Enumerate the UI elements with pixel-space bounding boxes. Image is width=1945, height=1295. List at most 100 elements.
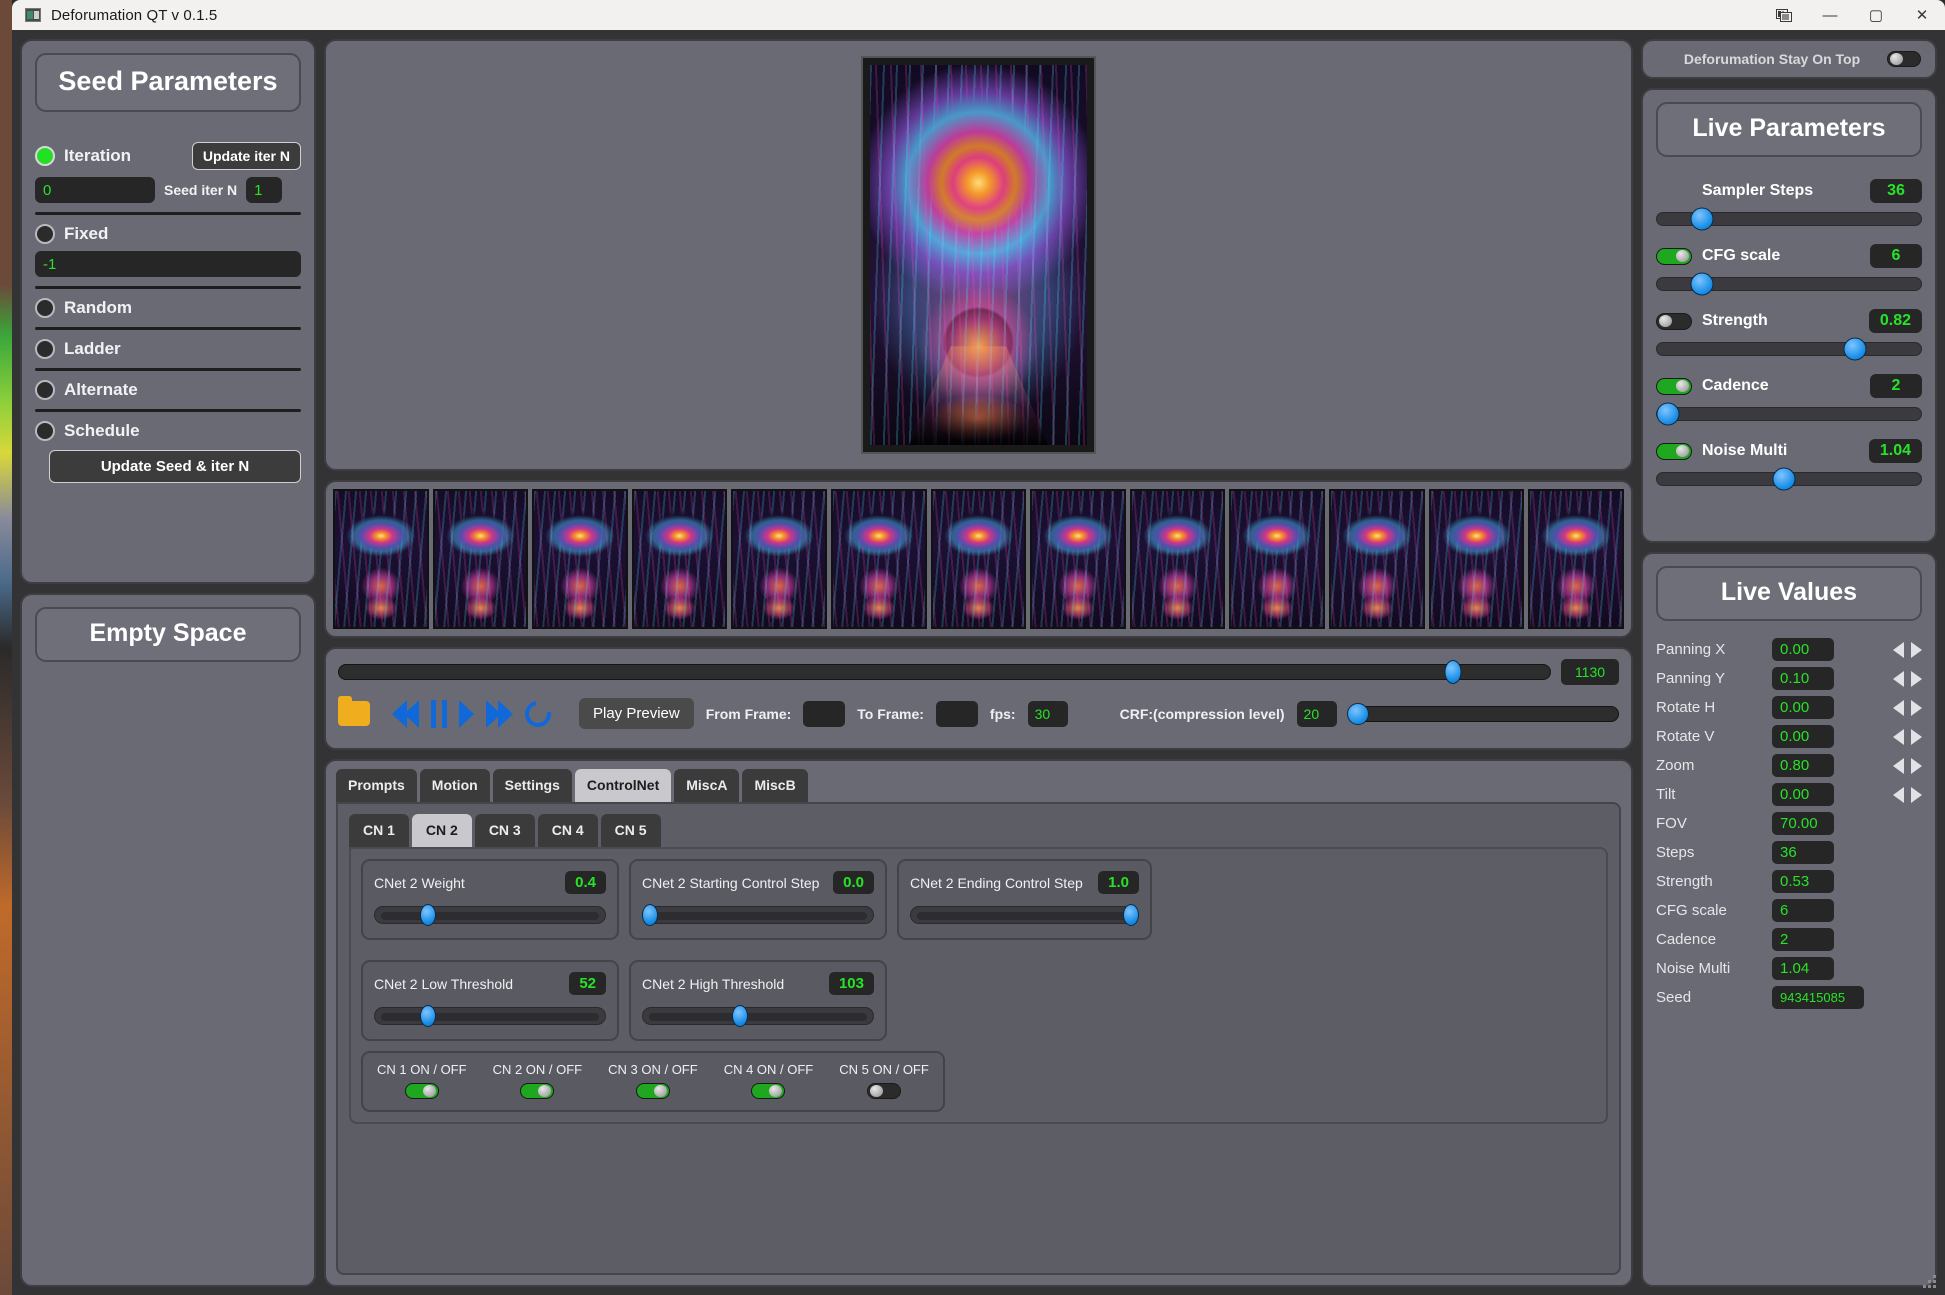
seed-mode-alternate[interactable]: Alternate: [35, 380, 301, 400]
tab-prompts[interactable]: Prompts: [336, 769, 417, 802]
subtab-cn-2[interactable]: CN 2: [411, 814, 472, 847]
close-icon[interactable]: ✕: [1899, 0, 1945, 30]
tab-settings[interactable]: Settings: [492, 769, 572, 802]
live-parameter-toggle[interactable]: [1656, 247, 1692, 265]
live-parameter-toggle[interactable]: [1656, 312, 1692, 330]
maximize-icon[interactable]: ▢: [1853, 0, 1899, 30]
filmstrip-thumbnail[interactable]: [831, 489, 927, 629]
decrement-arrow-icon[interactable]: [1893, 728, 1904, 745]
controlnet-toggle-switch[interactable]: [404, 1083, 439, 1099]
live-parameter-toggle[interactable]: [1656, 377, 1692, 395]
live-parameter-slider[interactable]: [1656, 467, 1922, 491]
radio-schedule-icon[interactable]: [35, 421, 55, 441]
controlnet-slider-knob[interactable]: [641, 904, 658, 926]
frame-scrub-knob[interactable]: [1444, 660, 1462, 684]
skip-forward-icon[interactable]: [486, 699, 513, 728]
decrement-arrow-icon[interactable]: [1893, 670, 1904, 687]
decrement-arrow-icon[interactable]: [1893, 757, 1904, 774]
minimize-icon[interactable]: —: [1807, 0, 1853, 30]
controlnet-toggle-switch[interactable]: [867, 1083, 902, 1099]
controlnet-slider-track[interactable]: [910, 904, 1140, 926]
from-frame-input[interactable]: [803, 700, 846, 727]
skip-back-icon[interactable]: [392, 699, 419, 728]
controlnet-toggle-switch[interactable]: [520, 1083, 555, 1099]
filmstrip-thumbnail[interactable]: [930, 489, 1027, 629]
live-parameter-toggle[interactable]: [1656, 442, 1692, 460]
controlnet-slider-track[interactable]: [641, 904, 874, 926]
tab-miscb[interactable]: MiscB: [742, 769, 808, 802]
seed-mode-iteration[interactable]: Iteration Update iter N: [35, 142, 301, 170]
seed-mode-schedule[interactable]: Schedule: [35, 421, 301, 441]
filmstrip-thumbnail[interactable]: [532, 489, 628, 629]
live-parameter-slider-knob[interactable]: [1690, 272, 1714, 296]
controlnet-slider-track[interactable]: [374, 904, 606, 926]
increment-arrow-icon[interactable]: [1911, 699, 1922, 716]
pause-icon[interactable]: [431, 699, 447, 728]
update-iter-n-button[interactable]: Update iter N: [191, 142, 301, 170]
increment-arrow-icon[interactable]: [1911, 641, 1922, 658]
loop-icon[interactable]: [519, 695, 557, 732]
tab-motion[interactable]: Motion: [419, 769, 490, 802]
fps-input[interactable]: 30: [1027, 700, 1068, 727]
subtab-cn-1[interactable]: CN 1: [349, 814, 409, 847]
layout-snap-icon[interactable]: [1761, 0, 1807, 30]
increment-arrow-icon[interactable]: [1911, 670, 1922, 687]
controlnet-slider-knob[interactable]: [419, 1005, 436, 1027]
controlnet-slider-track[interactable]: [642, 1005, 874, 1027]
seed-mode-fixed[interactable]: Fixed: [35, 224, 301, 244]
subtab-cn-4[interactable]: CN 4: [537, 814, 598, 847]
controlnet-toggle-switch[interactable]: [635, 1083, 670, 1099]
filmstrip-thumbnail[interactable]: [1129, 489, 1226, 629]
stay-on-top-toggle[interactable]: [1887, 51, 1921, 67]
play-icon[interactable]: [459, 699, 474, 728]
subtab-cn-5[interactable]: CN 5: [600, 814, 661, 847]
resize-grip[interactable]: [1923, 1275, 1937, 1289]
fixed-seed-input[interactable]: -1: [35, 251, 301, 277]
filmstrip-thumbnail[interactable]: [731, 489, 828, 629]
radio-alternate-icon[interactable]: [35, 380, 55, 400]
filmstrip-thumbnail[interactable]: [1329, 489, 1425, 629]
radio-ladder-icon[interactable]: [35, 339, 55, 359]
seed-mode-ladder[interactable]: Ladder: [35, 339, 301, 359]
filmstrip-thumbnail[interactable]: [631, 489, 728, 629]
controlnet-slider-knob[interactable]: [1123, 904, 1140, 926]
radio-random-icon[interactable]: [35, 298, 55, 318]
decrement-arrow-icon[interactable]: [1893, 786, 1904, 803]
filmstrip-thumbnail[interactable]: [1229, 489, 1326, 629]
tab-misca[interactable]: MiscA: [674, 769, 740, 802]
live-parameter-slider-knob[interactable]: [1843, 337, 1867, 361]
live-parameter-slider-knob[interactable]: [1656, 402, 1680, 426]
radio-iteration-icon[interactable]: [35, 146, 55, 166]
filmstrip-thumbnail[interactable]: [1528, 489, 1624, 629]
filmstrip-thumbnail[interactable]: [333, 489, 429, 629]
controlnet-slider-knob[interactable]: [731, 1005, 748, 1027]
folder-icon[interactable]: [338, 696, 370, 726]
increment-arrow-icon[interactable]: [1911, 786, 1922, 803]
seed-mode-random[interactable]: Random: [35, 298, 301, 318]
decrement-arrow-icon[interactable]: [1893, 699, 1904, 716]
controlnet-slider-knob[interactable]: [419, 904, 436, 926]
filmstrip-thumbnail[interactable]: [432, 489, 529, 629]
live-parameter-slider[interactable]: [1656, 207, 1922, 231]
radio-fixed-icon[interactable]: [35, 224, 55, 244]
subtab-cn-3[interactable]: CN 3: [474, 814, 535, 847]
filmstrip-thumbnail[interactable]: [1428, 489, 1525, 629]
decrement-arrow-icon[interactable]: [1893, 641, 1904, 658]
controlnet-toggle-switch[interactable]: [751, 1083, 786, 1099]
live-parameter-slider-knob[interactable]: [1772, 467, 1796, 491]
update-seed-and-iter-n-button[interactable]: Update Seed & iter N: [49, 450, 301, 483]
live-parameter-slider[interactable]: [1656, 337, 1922, 361]
seed-iter-n-input[interactable]: 1: [246, 177, 283, 203]
live-parameter-slider[interactable]: [1656, 402, 1922, 426]
filmstrip-thumbnail[interactable]: [1030, 489, 1126, 629]
increment-arrow-icon[interactable]: [1911, 757, 1922, 774]
crf-slider[interactable]: [1346, 702, 1619, 725]
frame-scrub-slider[interactable]: [338, 660, 1551, 684]
tab-controlnet[interactable]: ControlNet: [574, 769, 672, 802]
live-parameter-slider[interactable]: [1656, 272, 1922, 296]
increment-arrow-icon[interactable]: [1911, 728, 1922, 745]
to-frame-input[interactable]: [935, 700, 978, 727]
crf-slider-knob[interactable]: [1346, 702, 1369, 725]
crf-input[interactable]: 20: [1296, 700, 1337, 727]
live-parameter-slider-knob[interactable]: [1690, 207, 1714, 231]
